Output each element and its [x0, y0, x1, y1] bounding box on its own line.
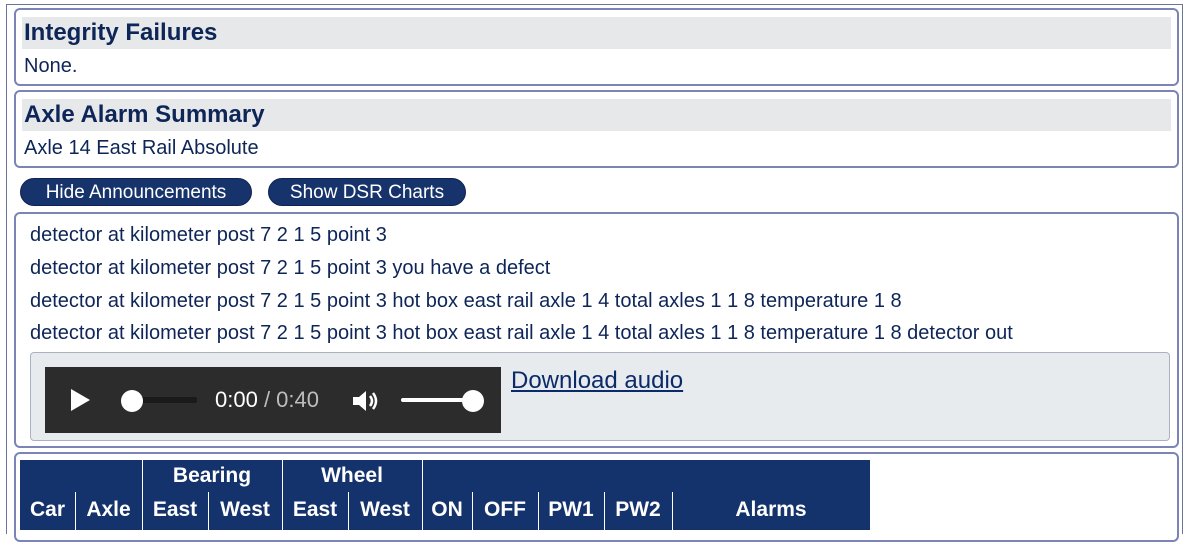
col-on[interactable]: ON [422, 498, 472, 522]
time-display: 0:00 / 0:40 [215, 387, 319, 413]
announcement-line: detector at kilometer post 7 2 1 5 point… [30, 290, 902, 312]
wheel-group-header: Wheel [321, 464, 383, 487]
audio-player: 0:00 / 0:40 [45, 367, 501, 433]
col-wheel-east[interactable]: East [282, 498, 348, 522]
col-off[interactable]: OFF [472, 498, 538, 522]
integrity-failures-title: Integrity Failures [22, 17, 1171, 49]
volume-knob[interactable] [462, 390, 484, 412]
col-bearing-west[interactable]: West [208, 498, 282, 522]
integrity-failures-panel: Integrity Failures None. [14, 8, 1179, 86]
hide-announcements-button[interactable]: Hide Announcements [20, 178, 252, 206]
col-car[interactable]: Car [20, 498, 75, 522]
col-pw2[interactable]: PW2 [604, 498, 672, 522]
axle-alarm-summary-value: Axle 14 East Rail Absolute [24, 137, 259, 159]
axle-table-header: Bearing Wheel Car Axle East West East We… [20, 460, 870, 530]
speaker-icon[interactable] [351, 389, 381, 413]
col-bearing-east[interactable]: East [142, 498, 208, 522]
announcements-panel: detector at kilometer post 7 2 1 5 point… [14, 212, 1179, 448]
col-wheel-west[interactable]: West [348, 498, 422, 522]
show-dsr-charts-button[interactable]: Show DSR Charts [268, 178, 466, 206]
duration: / 0:40 [263, 387, 319, 412]
play-icon[interactable] [71, 389, 90, 411]
col-alarms[interactable]: Alarms [672, 498, 870, 522]
col-pw1[interactable]: PW1 [538, 498, 604, 522]
download-audio-link[interactable]: Download audio [511, 367, 683, 395]
announcement-line: detector at kilometer post 7 2 1 5 point… [30, 257, 551, 279]
audio-container: 0:00 / 0:40 Download audio [30, 352, 1170, 441]
axle-alarm-summary-title: Axle Alarm Summary [22, 99, 1171, 131]
announcement-line: detector at kilometer post 7 2 1 5 point… [30, 322, 1013, 344]
col-axle[interactable]: Axle [75, 498, 142, 522]
axle-alarm-summary-panel: Axle Alarm Summary Axle 14 East Rail Abs… [14, 90, 1179, 168]
bearing-group-header: Bearing [172, 464, 252, 487]
seek-knob[interactable] [121, 390, 143, 412]
integrity-failures-value: None. [24, 55, 78, 77]
current-time: 0:00 [215, 387, 258, 412]
announcement-line: detector at kilometer post 7 2 1 5 point… [30, 224, 387, 246]
